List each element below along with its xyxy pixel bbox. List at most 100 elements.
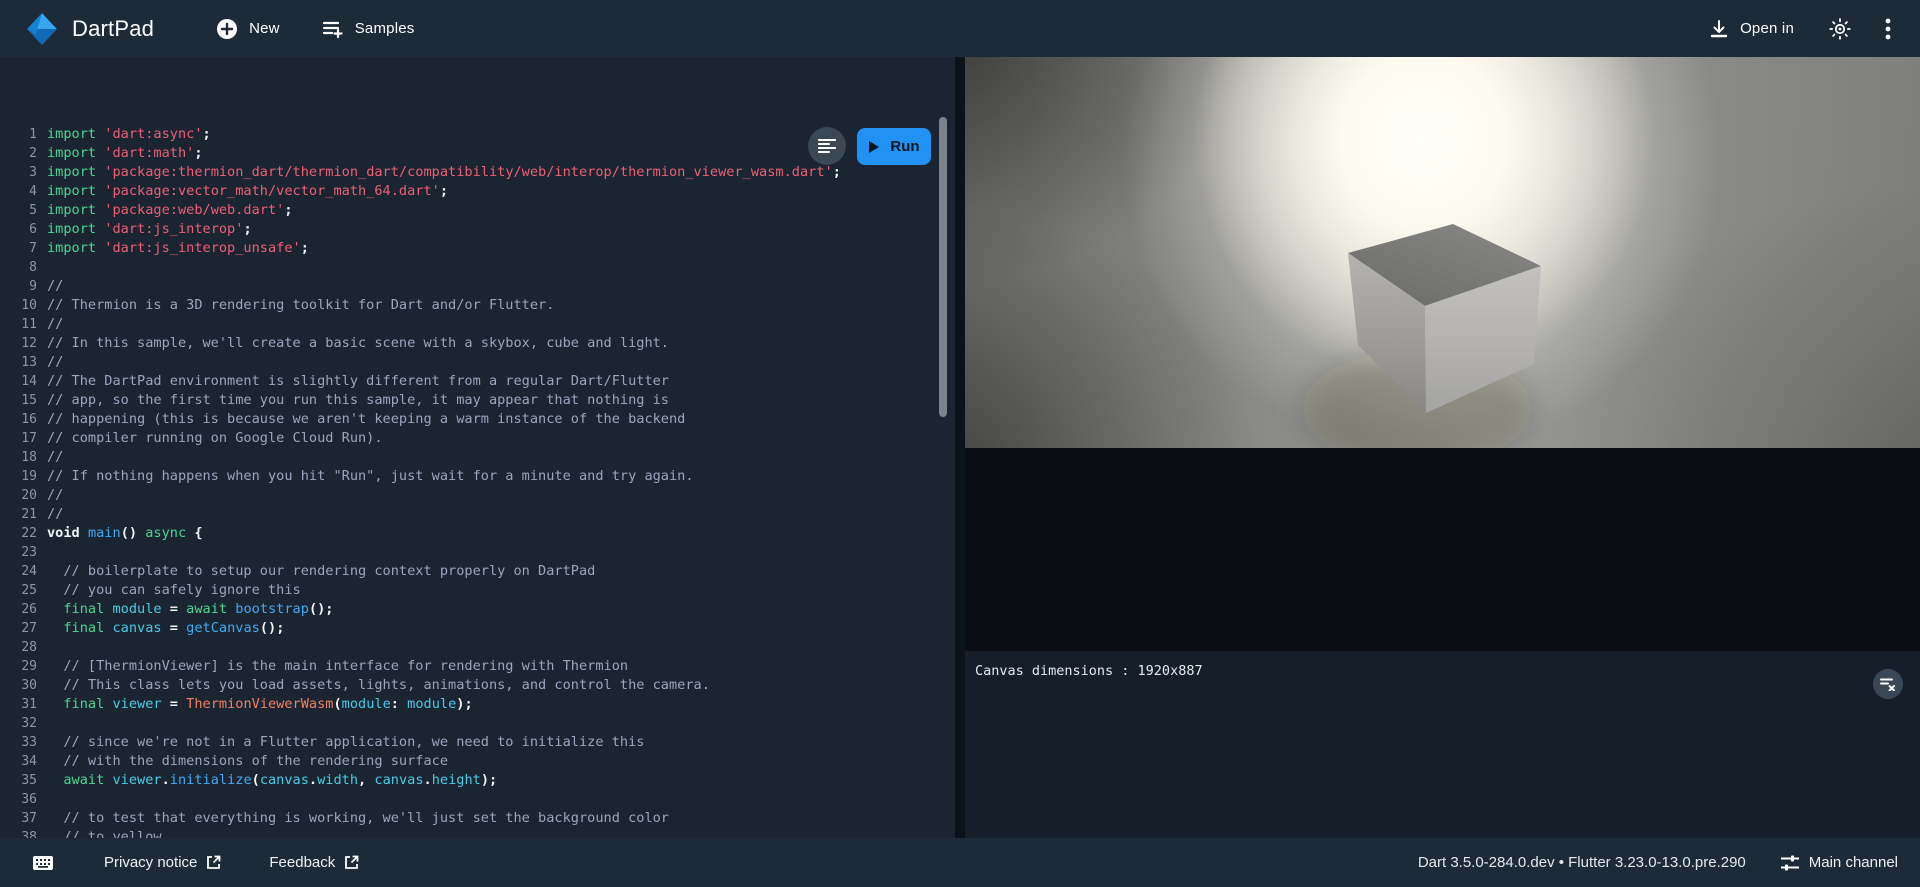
app-header: DartPad New Samples Open in [0,0,1920,57]
code-token: viewer [112,772,161,788]
line-number: 11 [0,315,47,334]
line-number: 23 [0,543,47,562]
code-token: module [342,696,391,712]
line-number: 1 [0,125,47,144]
playlist-remove-icon [1880,677,1896,691]
code-line: 12// In this sample, we'll create a basi… [0,334,955,353]
code-line: 7import 'dart:js_interop_unsafe'; [0,239,955,258]
code-token: // In this sample, we'll create a basic … [47,335,669,351]
run-button[interactable]: Run [857,128,931,165]
code-token: 'package:vector_math/vector_math_64.dart… [104,183,440,199]
clear-console-button[interactable] [1873,669,1903,699]
channel-selector-button[interactable]: Main channel [1772,848,1906,878]
samples-button[interactable]: Samples [312,11,425,47]
code-token: ; [203,126,211,142]
code-token: (); [309,601,334,617]
code-token: : [391,696,407,712]
code-token: ; [440,183,448,199]
code-token: getCanvas [186,620,260,636]
code-token: // since we're not in a Flutter applicat… [47,734,644,750]
code-editor[interactable]: 1import 'dart:async';2import 'dart:math'… [0,57,955,838]
line-number: 37 [0,809,47,828]
keyboard-shortcuts-button[interactable] [24,849,62,877]
code-token [47,601,63,617]
external-link-icon [206,855,221,870]
render-canvas[interactable] [965,57,1920,448]
plus-circle-icon [216,18,238,40]
code-line: 6import 'dart:js_interop'; [0,220,955,239]
code-line: 14// The DartPad environment is slightly… [0,372,955,391]
code-token: 'dart:js_interop' [104,221,243,237]
code-token: { [186,525,202,541]
code-token: import [47,221,96,237]
line-number: 3 [0,163,47,182]
code-token: // compiler running on Google Cloud Run)… [47,430,383,446]
code-token: ; [194,145,202,161]
code-token [47,620,63,636]
code-token: await [63,772,104,788]
code-token: = [162,620,187,636]
feedback-link[interactable]: Feedback [261,848,367,877]
line-number: 38 [0,828,47,838]
line-number: 31 [0,695,47,714]
code-line: 4import 'package:vector_math/vector_math… [0,182,955,201]
code-token: . [162,772,170,788]
code-line: 35 await viewer.initialize(canvas.width,… [0,771,955,790]
dartpad-logo-icon[interactable] [25,12,59,46]
code-line: 34 // with the dimensions of the renderi… [0,752,955,771]
code-token: // to test that everything is working, w… [47,810,669,826]
line-number: 8 [0,258,47,277]
console-output: Canvas dimensions : 1920x887 [975,663,1203,679]
theme-toggle-button[interactable] [1820,9,1860,49]
code-line: 27 final canvas = getCanvas(); [0,619,955,638]
format-button[interactable] [808,127,846,165]
line-number: 34 [0,752,47,771]
line-number: 30 [0,676,47,695]
code-line: 30 // This class lets you load assets, l… [0,676,955,695]
code-token: bootstrap [235,601,309,617]
status-bar: Privacy notice Feedback Dart 3.5.0-284.0… [0,838,1920,887]
line-number: 33 [0,733,47,752]
new-button[interactable]: New [206,10,290,48]
code-token: import [47,126,96,142]
feedback-label: Feedback [269,854,335,871]
line-number: 7 [0,239,47,258]
code-line: 11// [0,315,955,334]
code-token: 'dart:async' [104,126,202,142]
code-token: main [88,525,121,541]
privacy-notice-link[interactable]: Privacy notice [96,848,229,877]
open-in-button[interactable]: Open in [1699,11,1804,47]
kebab-menu-icon [1885,17,1891,41]
code-line: 9// [0,277,955,296]
code-line: 10// Thermion is a 3D rendering toolkit … [0,296,955,315]
code-token: . [309,772,317,788]
code-line: 25 // you can safely ignore this [0,581,955,600]
line-number: 35 [0,771,47,790]
code-line: 23 [0,543,955,562]
overflow-menu-button[interactable] [1868,9,1908,49]
line-number: 13 [0,353,47,372]
code-line: 38 // to yellow [0,828,955,838]
line-number: 36 [0,790,47,809]
open-in-label: Open in [1740,20,1794,37]
code-token: ); [456,696,472,712]
line-number: 6 [0,220,47,239]
code-token: 'dart:js_interop_unsafe' [104,240,300,256]
format-align-icon [818,138,836,154]
line-number: 5 [0,201,47,220]
line-number: 16 [0,410,47,429]
editor-scrollbar[interactable] [939,117,947,417]
code-line: 37 // to test that everything is working… [0,809,955,828]
code-token: await [186,601,227,617]
code-token: . [424,772,432,788]
line-number: 4 [0,182,47,201]
code-token: module [407,696,456,712]
code-token: ; [284,202,292,218]
code-token: ); [481,772,497,788]
version-info: Dart 3.5.0-284.0.dev • Flutter 3.23.0-13… [1418,854,1746,871]
line-number: 17 [0,429,47,448]
code-line: 8 [0,258,955,277]
code-token: import [47,145,96,161]
external-link-icon [344,855,359,870]
code-token: // app, so the first time you run this s… [47,392,669,408]
